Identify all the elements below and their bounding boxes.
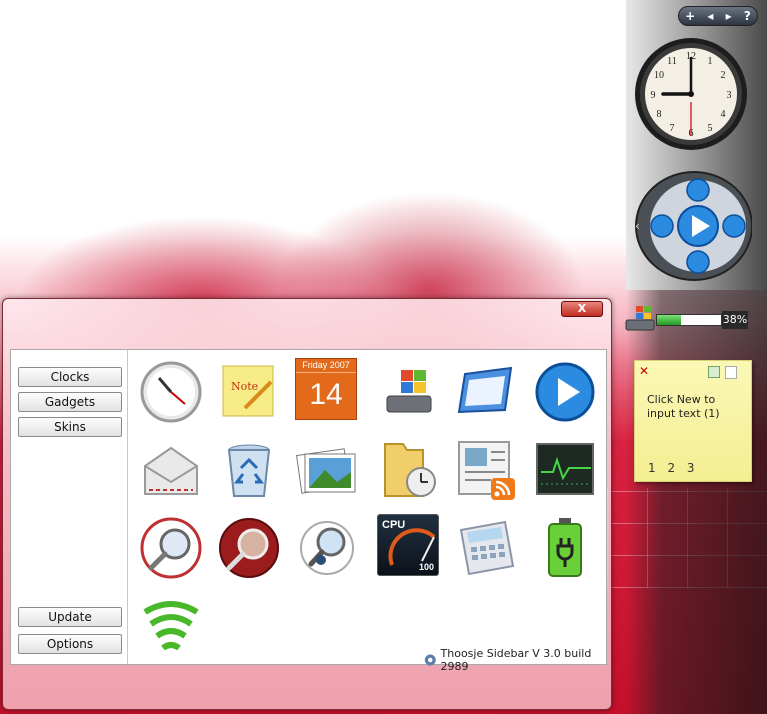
sticky-note-gadget[interactable]: ✕ Click New to input text (1) 1 2 3: [634, 360, 752, 482]
svg-text:4: 4: [721, 109, 726, 120]
skins-button[interactable]: Skins: [18, 417, 122, 437]
window-close-button[interactable]: X: [561, 301, 603, 317]
wifi-signal-icon[interactable]: [139, 596, 203, 660]
note-text[interactable]: Click New to input text (1): [647, 393, 747, 421]
help-button[interactable]: ?: [744, 9, 751, 23]
svg-text:5: 5: [708, 123, 713, 134]
sidebar-controls: + ◂ ▸ ?: [678, 6, 758, 26]
category-panel: Clocks Gadgets Skins Update Options: [11, 350, 128, 664]
note-pages[interactable]: 1 2 3: [648, 461, 699, 475]
window-client-area: Clocks Gadgets Skins Update Options Note…: [10, 349, 607, 673]
note-close-icon[interactable]: ✕: [639, 365, 651, 377]
calendar-date: 14: [309, 378, 343, 411]
cpu-usage-fill: [657, 315, 682, 325]
search-wiki-icon[interactable]: [217, 516, 281, 580]
cpu-gadget-icon[interactable]: CPU 100: [377, 514, 441, 578]
photo-slideshow-icon[interactable]: [295, 438, 359, 502]
clock-gadget-icon[interactable]: [139, 360, 203, 424]
sidebar-settings-window: X Clocks Gadgets Skins Update Options No…: [2, 298, 612, 710]
media-player-icon[interactable]: [533, 360, 597, 424]
battery-icon[interactable]: [533, 516, 597, 580]
next-button[interactable]: ▸: [726, 9, 732, 23]
computer-drive-icon[interactable]: [377, 360, 441, 424]
options-button[interactable]: Options: [18, 634, 122, 654]
calendar-day: Friday 2007: [296, 359, 356, 373]
windows-drive-icon: [625, 306, 655, 331]
gear-icon: [424, 654, 436, 666]
mail-gadget-icon[interactable]: [139, 438, 203, 502]
note-new-icon[interactable]: [725, 366, 737, 379]
prev-button[interactable]: ◂: [707, 9, 713, 23]
notes-gadget-icon[interactable]: Note: [217, 360, 281, 424]
svg-text:10: 10: [654, 70, 664, 81]
search-people-icon[interactable]: [295, 516, 359, 580]
status-bar: Thoosje Sidebar V 3.0 build 2989: [423, 647, 606, 673]
update-button[interactable]: Update: [18, 607, 122, 627]
cpu-gauge-icon: [388, 528, 436, 566]
version-text: Thoosje Sidebar V 3.0 build 2989: [440, 647, 592, 673]
window-titlebar[interactable]: [3, 299, 611, 341]
cpu-usage-percent: 38%: [722, 311, 748, 329]
media-player-gadget[interactable]: ‹: [632, 170, 752, 282]
svg-text:7: 7: [670, 123, 675, 134]
svg-text:9: 9: [651, 90, 656, 101]
add-gadget-button[interactable]: +: [685, 9, 695, 23]
gadget-grid: Note Friday 2007 14 CPU 100: [129, 350, 607, 664]
search-google-icon[interactable]: [139, 516, 203, 580]
window-switcher-icon[interactable]: [455, 360, 519, 424]
note-icon-label: Note: [231, 380, 258, 393]
cpu-usage-bar: [656, 314, 722, 326]
clock-gadget[interactable]: 1212 345 678 91011: [633, 38, 751, 152]
cpu-meter-gadget[interactable]: 38%: [624, 302, 750, 334]
svg-text:8: 8: [657, 109, 662, 120]
news-feed-icon[interactable]: [455, 438, 519, 502]
svg-text:3: 3: [727, 90, 732, 101]
svg-text:1: 1: [708, 56, 713, 67]
recycle-bin-icon[interactable]: [217, 438, 281, 502]
gadgets-button[interactable]: Gadgets: [18, 392, 122, 412]
svg-text:‹: ‹: [635, 219, 640, 233]
clocks-button[interactable]: Clocks: [18, 367, 122, 387]
calendar-gadget-icon[interactable]: Friday 2007 14: [295, 358, 359, 422]
note-edit-icon[interactable]: [708, 366, 720, 378]
calculator-icon[interactable]: [455, 516, 519, 580]
svg-text:11: 11: [667, 56, 677, 67]
svg-text:2: 2: [721, 70, 726, 81]
network-monitor-icon[interactable]: [533, 438, 597, 502]
folder-clock-icon[interactable]: [377, 438, 441, 502]
